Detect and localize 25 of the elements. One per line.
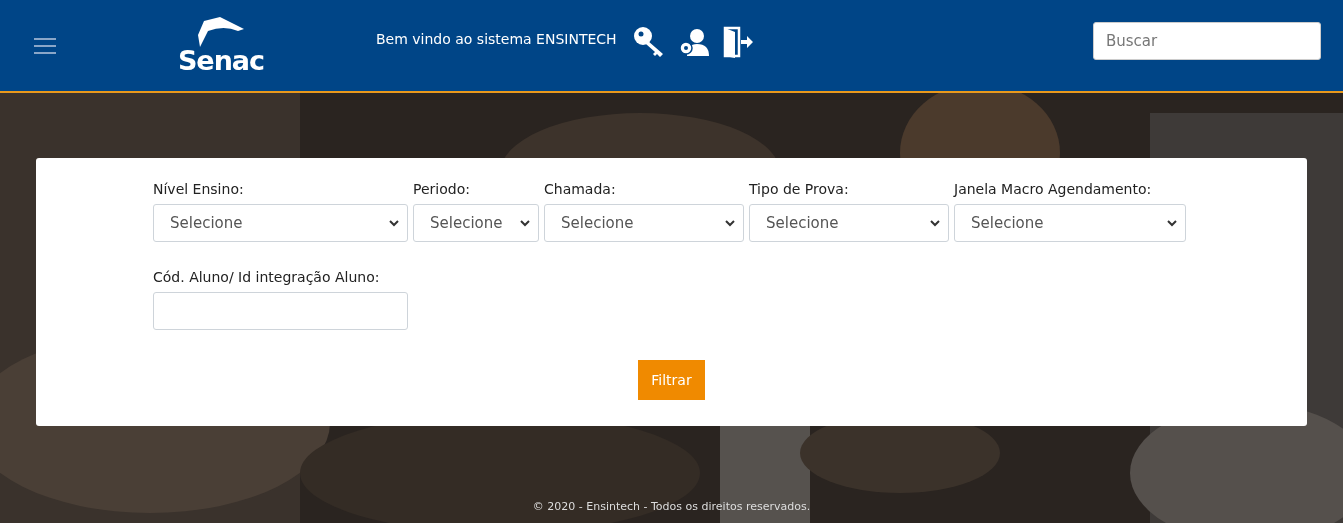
- chevron-down-icon: [1167, 219, 1177, 227]
- chevron-down-icon: [725, 219, 735, 227]
- select-field[interactable]: Selecione: [749, 204, 949, 242]
- user-gear-icon[interactable]: [678, 27, 709, 56]
- select-field[interactable]: Selecione: [544, 204, 744, 242]
- field-label: Cód. Aluno/ Id integração Aluno:: [153, 268, 381, 287]
- chevron-down-icon: [930, 219, 940, 227]
- field-label: Tipo de Prova:: [749, 180, 850, 199]
- search-field[interactable]: Buscar: [1093, 21, 1321, 60]
- menu-icon[interactable]: [34, 36, 56, 55]
- field-label: Chamada:: [544, 180, 617, 199]
- key-icon[interactable]: [632, 25, 665, 58]
- exit-door-icon[interactable]: [722, 25, 753, 58]
- chevron-down-icon: [389, 219, 399, 227]
- field-label: Janela Macro Agendamento:: [954, 180, 1153, 199]
- field-label: Periodo:: [413, 180, 471, 199]
- logo: Senac: [177, 47, 265, 74]
- select-field[interactable]: Selecione: [413, 204, 539, 242]
- select-field[interactable]: Selecione: [153, 204, 408, 242]
- footer-text: © 2020 - Ensintech - Todos os direitos reservados.: [532, 500, 811, 513]
- welcome-text: Bem vindo ao sistema ENSINTECH: [376, 30, 617, 47]
- field-label: Nível Ensino:: [153, 180, 245, 199]
- chevron-down-icon: [520, 219, 530, 227]
- input-field[interactable]: [153, 292, 408, 330]
- select-field[interactable]: Selecione: [954, 204, 1186, 242]
